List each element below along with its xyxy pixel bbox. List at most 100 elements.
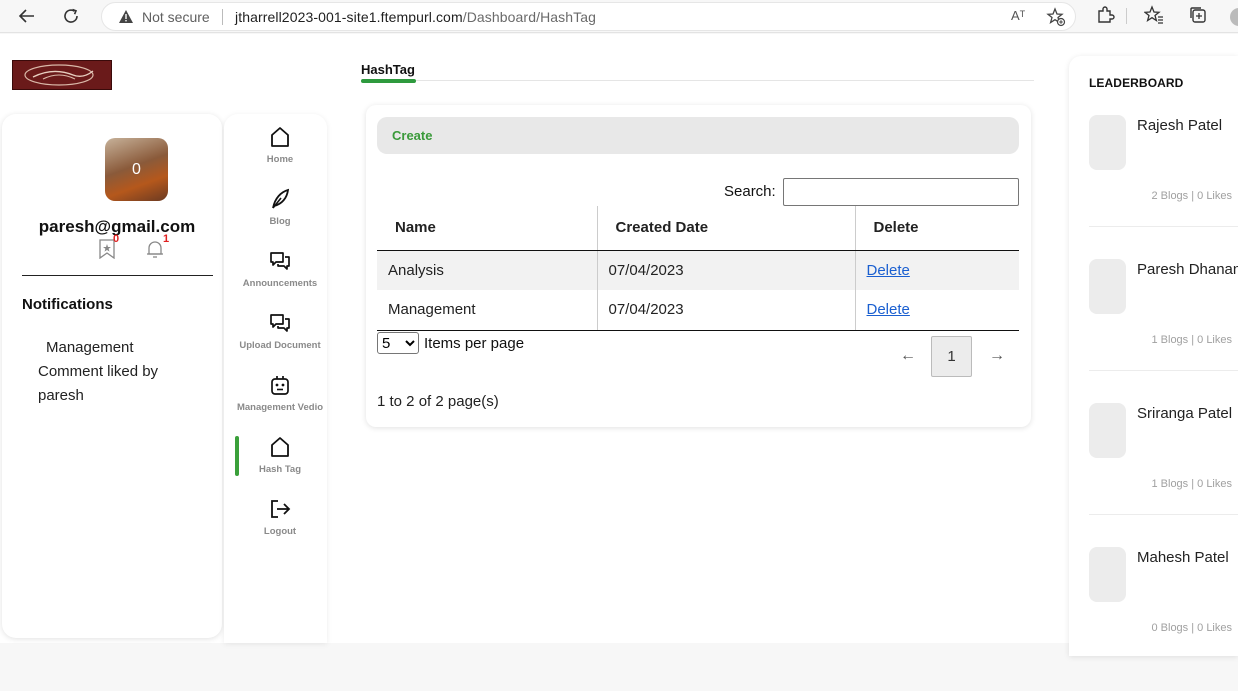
robot-icon <box>271 376 289 395</box>
leader-stats: 1 Blogs | 0 Likes <box>1151 334 1232 346</box>
dashboard-page: 0 paresh@gmail.com 0 1 Notifications Man… <box>0 34 1238 656</box>
back-icon[interactable] <box>14 4 40 28</box>
profile-divider <box>22 275 213 276</box>
tab-hashtag[interactable]: HashTag <box>361 62 415 77</box>
table-header-row: Name Created Date Delete <box>377 206 1019 251</box>
logout-icon <box>271 500 291 518</box>
leader-avatar <box>1089 547 1126 602</box>
search-input[interactable] <box>783 178 1019 206</box>
leader-stats: 2 Blogs | 0 Likes <box>1151 190 1232 202</box>
reload-icon[interactable] <box>58 4 84 28</box>
not-secure-label: Not secure <box>142 9 210 25</box>
star-count: 0 <box>113 233 120 245</box>
next-page-icon[interactable]: → <box>989 347 1005 365</box>
home-icon <box>271 437 289 457</box>
leader-stats: 1 Blogs | 0 Likes <box>1151 478 1232 490</box>
address-bar[interactable]: Not secure jtharrell2023-001-site1.ftemp… <box>101 2 1076 31</box>
leader-name: Rajesh Patel <box>1137 117 1223 134</box>
cell-created-date: 07/04/2023 <box>596 290 855 331</box>
tab-active-underline <box>361 79 416 83</box>
bell-count: 1 <box>163 233 170 245</box>
prev-page-icon[interactable]: ← <box>900 347 916 365</box>
warning-icon <box>118 9 134 29</box>
column-header-delete[interactable]: Delete <box>854 206 1019 251</box>
leader-divider <box>1089 370 1238 371</box>
leader-name: Paresh Dhanani <box>1137 261 1238 278</box>
url-path: /Dashboard/HashTag <box>462 9 597 25</box>
nav-logout-label: Logout <box>263 526 297 537</box>
leader-divider <box>1089 514 1238 515</box>
cell-delete: Delete <box>854 290 1019 331</box>
cell-name: Management <box>377 290 597 331</box>
notifications-title: Notifications <box>22 296 113 313</box>
nav-hashtag-label: Hash Tag <box>258 464 302 475</box>
nav-vedio-label: Management Vedio <box>236 402 324 413</box>
nav-home[interactable]: Home <box>224 126 336 178</box>
create-bar: Create <box>377 117 1019 154</box>
leader-avatar <box>1089 403 1126 458</box>
leaderboard-entry[interactable]: Rajesh Patel 2 Blogs | 0 Likes <box>1069 115 1238 259</box>
column-header-name[interactable]: Name <box>377 206 597 251</box>
address-separator <box>222 9 223 25</box>
table-row: Analysis 07/04/2023 Delete <box>377 250 1019 290</box>
page-number: 1 <box>947 348 956 365</box>
site-logo[interactable] <box>12 60 112 90</box>
leader-name: Mahesh Patel <box>1137 549 1229 566</box>
bell-icon[interactable] <box>146 239 164 264</box>
leaderboard-entry[interactable]: Paresh Dhanani 1 Blogs | 0 Likes <box>1069 259 1238 403</box>
nav-announcements-label: Announcements <box>242 278 318 289</box>
favorites-icon[interactable] <box>1143 5 1164 30</box>
collections-icon[interactable] <box>1188 5 1208 30</box>
leaderboard-entry[interactable]: Sriranga Patel 1 Blogs | 0 Likes <box>1069 403 1238 547</box>
cell-created-date: 07/04/2023 <box>596 250 855 290</box>
nav-hash-tag[interactable]: Hash Tag <box>224 436 336 488</box>
search-label: Search: <box>724 183 776 200</box>
cell-name: Analysis <box>377 250 597 290</box>
page-info: 1 to 2 of 2 page(s) <box>377 393 499 410</box>
side-nav: Home Blog Announcements Upload Document … <box>224 114 327 643</box>
tab-rule <box>361 80 1034 81</box>
leader-avatar <box>1089 115 1126 170</box>
leaderboard: LEADERBOARD Rajesh Patel 2 Blogs | 0 Lik… <box>1069 56 1238 656</box>
extensions-icon[interactable] <box>1095 5 1115 30</box>
toolbar-divider <box>1126 8 1128 29</box>
notification-line-2: Comment liked by paresh <box>38 363 159 404</box>
feather-icon <box>272 188 290 209</box>
leaderboard-entry[interactable]: Mahesh Patel 0 Blogs | 0 Likes <box>1069 547 1238 691</box>
leaderboard-title: LEADERBOARD <box>1089 76 1184 90</box>
avatar[interactable]: 0 <box>105 138 168 201</box>
avatar-count: 0 <box>132 160 141 178</box>
nav-logout[interactable]: Logout <box>224 498 336 550</box>
leader-stats: 0 Blogs | 0 Likes <box>1151 622 1232 634</box>
notification-line-1: Management <box>46 339 134 356</box>
column-header-created-date[interactable]: Created Date <box>596 206 855 251</box>
profile-card: 0 paresh@gmail.com 0 1 Notifications Man… <box>2 114 222 638</box>
nav-announcements[interactable]: Announcements <box>224 250 336 302</box>
items-per-page-label: Items per page <box>424 335 525 352</box>
leader-name: Sriranga Patel <box>1137 405 1233 422</box>
nav-upload-label: Upload Document <box>239 340 321 351</box>
nav-upload-document[interactable]: Upload Document <box>224 312 336 364</box>
browser-toolbar: Not secure jtharrell2023-001-site1.ftemp… <box>0 0 1238 33</box>
delete-link[interactable]: Delete <box>867 262 910 279</box>
nav-blog-label: Blog <box>269 216 291 227</box>
nav-blog[interactable]: Blog <box>224 188 336 240</box>
create-button[interactable]: Create <box>392 128 432 143</box>
leader-avatar <box>1089 259 1126 314</box>
chat-icon <box>270 252 290 270</box>
url-host: jtharrell2023-001-site1.ftempurl.com <box>235 9 463 25</box>
read-aloud-icon[interactable]: Aᵀ <box>1011 8 1025 23</box>
add-favorite-icon[interactable] <box>1046 7 1066 32</box>
leader-divider <box>1089 226 1238 227</box>
nav-management-vedio[interactable]: Management Vedio <box>224 374 336 426</box>
delete-link[interactable]: Delete <box>867 301 910 318</box>
cell-delete: Delete <box>854 250 1019 290</box>
page-number-button[interactable]: 1 <box>931 336 972 377</box>
profile-icon[interactable] <box>1229 7 1238 32</box>
hashtag-table: Name Created Date Delete Analysis 07/04/… <box>377 206 1019 331</box>
table-row: Management 07/04/2023 Delete <box>377 290 1019 331</box>
home-icon <box>271 127 289 147</box>
notification-item[interactable]: Management Comment liked by paresh <box>38 336 188 408</box>
page-size-select[interactable]: 5 <box>377 332 419 354</box>
url-text: jtharrell2023-001-site1.ftempurl.com/Das… <box>235 9 596 25</box>
